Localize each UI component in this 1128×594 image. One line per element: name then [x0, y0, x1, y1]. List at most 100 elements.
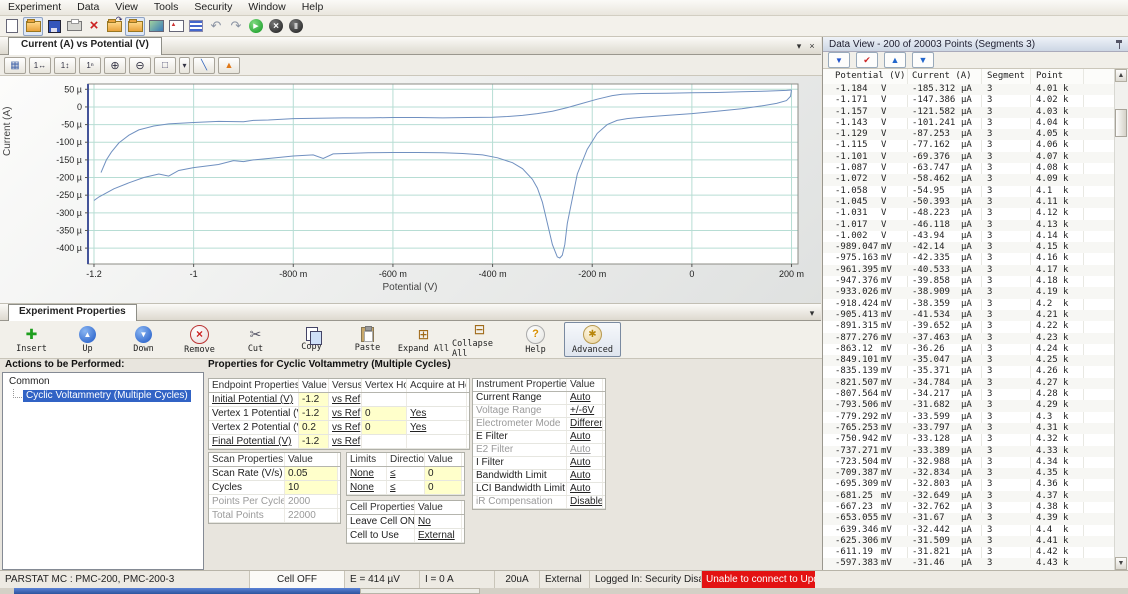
data-row[interactable]: -639.346mV-32.442µA34.4k: [823, 525, 1114, 536]
axis-x-scale-icon[interactable]: [29, 57, 51, 74]
data-row[interactable]: -1.058V-54.95µA34.1k: [823, 186, 1114, 197]
editable-value-cell[interactable]: 0.2: [299, 421, 329, 434]
properties-pane-dropdown-icon[interactable]: ▾: [806, 307, 818, 319]
tab-experiment-properties[interactable]: Experiment Properties: [8, 304, 137, 321]
data-row[interactable]: -821.507mV-34.784µA34.27k: [823, 378, 1114, 389]
data-row[interactable]: -1.017V-46.118µA34.13k: [823, 220, 1114, 231]
data-row[interactable]: -1.101V-69.376µA34.07k: [823, 152, 1114, 163]
save-icon[interactable]: [45, 18, 63, 35]
value-link[interactable]: Yes: [407, 421, 467, 434]
paste-button[interactable]: Paste: [340, 323, 395, 356]
data-row[interactable]: -863.12mV-36.26µA34.24k: [823, 344, 1114, 355]
menu-security[interactable]: Security: [186, 0, 240, 15]
graph-pane-close-icon[interactable]: ×: [806, 40, 818, 52]
export-data-icon[interactable]: [105, 18, 123, 35]
editable-value-cell[interactable]: 0.05: [285, 467, 338, 480]
data-row[interactable]: -765.253mV-33.797µA34.31k: [823, 423, 1114, 434]
move-down-icon[interactable]: [912, 52, 934, 68]
value-link[interactable]: Final Potential (V): [209, 435, 299, 448]
edit-points-icon[interactable]: [856, 52, 878, 68]
cursor-tool-icon[interactable]: [193, 57, 215, 74]
cv-plot[interactable]: -1.2-1-800 m-600 m-400 m-200 m0200 m50 µ…: [4, 78, 816, 280]
data-row[interactable]: -667.23mV-32.762µA34.38k: [823, 502, 1114, 513]
value-link[interactable]: None: [347, 481, 387, 494]
data-row[interactable]: -709.387mV-32.834µA34.35k: [823, 468, 1114, 479]
down-button[interactable]: Down: [116, 323, 171, 356]
menu-view[interactable]: View: [107, 0, 146, 15]
menu-window[interactable]: Window: [240, 0, 293, 15]
zoom-mode-icon[interactable]: [154, 57, 176, 74]
value-link[interactable]: None: [347, 467, 387, 480]
data-row[interactable]: -1.072V-58.462µA34.09k: [823, 174, 1114, 185]
run-experiment-icon[interactable]: [247, 18, 265, 35]
delete-icon[interactable]: [85, 18, 103, 35]
print-icon[interactable]: [65, 18, 83, 35]
data-row[interactable]: -905.413mV-41.534µA34.21k: [823, 310, 1114, 321]
data-row[interactable]: -807.564mV-34.217µA34.28k: [823, 389, 1114, 400]
editable-value-cell[interactable]: -1.2: [299, 407, 329, 420]
step-back-icon[interactable]: [207, 18, 225, 35]
data-row[interactable]: -625.306mV-31.509µA34.41k: [823, 536, 1114, 547]
data-row[interactable]: -947.376mV-39.858µA34.18k: [823, 276, 1114, 287]
data-row[interactable]: -779.292mV-33.599µA34.3k: [823, 412, 1114, 423]
new-experiment-icon[interactable]: [3, 18, 21, 35]
value-link[interactable]: Auto: [567, 457, 603, 469]
peak-tool-icon[interactable]: [218, 57, 240, 74]
data-row[interactable]: -1.031V-48.223µA34.12k: [823, 208, 1114, 219]
value-link[interactable]: Yes: [407, 407, 467, 420]
value-link[interactable]: Differential: [567, 418, 603, 430]
pin-icon[interactable]: [1115, 40, 1123, 49]
data-row[interactable]: -849.101mV-35.047µA34.25k: [823, 355, 1114, 366]
graph-view-icon[interactable]: [147, 18, 165, 35]
sequence-list-icon[interactable]: [187, 18, 205, 35]
data-row[interactable]: -1.143V-101.241µA34.04k: [823, 118, 1114, 129]
data-row[interactable]: -597.383mV-31.46µA34.43k: [823, 558, 1114, 569]
menu-tools[interactable]: Tools: [146, 0, 187, 15]
data-row[interactable]: -1.157V-121.582µA34.03k: [823, 107, 1114, 118]
value-link[interactable]: vs Ref: [329, 393, 362, 406]
graph-pane-dropdown-icon[interactable]: ▾: [793, 40, 805, 52]
data-row[interactable]: -793.506mV-31.682µA34.29k: [823, 400, 1114, 411]
value-link[interactable]: Initial Potential (V): [209, 393, 299, 406]
cut-button[interactable]: Cut: [228, 323, 283, 356]
move-up-icon[interactable]: [884, 52, 906, 68]
remove-button[interactable]: Remove: [172, 323, 227, 356]
data-row[interactable]: -1.115V-77.162µA34.06k: [823, 140, 1114, 151]
data-row[interactable]: -723.504mV-32.988µA34.34k: [823, 457, 1114, 468]
zoom-mode-dropdown-icon[interactable]: [179, 57, 190, 74]
editable-value-cell[interactable]: 0: [425, 467, 462, 480]
data-row[interactable]: -975.163mV-42.335µA34.16k: [823, 253, 1114, 264]
tab-current-vs-potential[interactable]: Current (A) vs Potential (V): [8, 37, 162, 55]
zoom-out-icon[interactable]: [129, 57, 151, 74]
expand-all-button[interactable]: Expand All: [396, 323, 451, 356]
zoom-in-icon[interactable]: [104, 57, 126, 74]
value-link[interactable]: Disabled: [567, 496, 603, 508]
menu-help[interactable]: Help: [294, 0, 332, 15]
value-link[interactable]: ≤: [387, 467, 425, 480]
value-link[interactable]: ≤: [387, 481, 425, 494]
data-view-scrollbar[interactable]: ▲ ▼: [1114, 69, 1128, 570]
graph-analysis-icon[interactable]: [167, 18, 185, 35]
data-row[interactable]: -877.276mV-37.463µA34.23k: [823, 333, 1114, 344]
help-button[interactable]: Help: [508, 323, 563, 356]
data-row[interactable]: -891.315mV-39.652µA34.22k: [823, 321, 1114, 332]
data-row[interactable]: -933.026mV-38.909µA34.19k: [823, 287, 1114, 298]
value-link[interactable]: Auto: [567, 470, 603, 482]
value-link[interactable]: Auto: [567, 483, 603, 495]
data-row[interactable]: -611.19mV-31.821µA34.42k: [823, 547, 1114, 558]
data-row[interactable]: -989.047mV-42.14µA34.15k: [823, 242, 1114, 253]
editable-value-cell[interactable]: 0: [425, 481, 462, 494]
data-row[interactable]: -1.184V-185.312µA34.01k: [823, 84, 1114, 95]
data-row[interactable]: -1.002V-43.94µA34.14k: [823, 231, 1114, 242]
menu-data[interactable]: Data: [69, 0, 107, 15]
scroll-up-icon[interactable]: ▲: [1115, 69, 1127, 82]
collapse-all-button[interactable]: Collapse All: [452, 323, 507, 356]
data-row[interactable]: -1.087V-63.747µA34.08k: [823, 163, 1114, 174]
insert-button[interactable]: Insert: [4, 323, 59, 356]
editable-value-cell[interactable]: -1.2: [299, 393, 329, 406]
stop-experiment-icon[interactable]: [267, 18, 285, 35]
tree-node-cyclic-voltammetry[interactable]: Cyclic Voltammetry (Multiple Cycles): [23, 390, 191, 402]
data-row[interactable]: -1.171V-147.386µA34.02k: [823, 95, 1114, 106]
scroll-down-icon[interactable]: ▼: [1115, 557, 1127, 570]
data-row[interactable]: -750.942mV-33.128µA34.32k: [823, 434, 1114, 445]
